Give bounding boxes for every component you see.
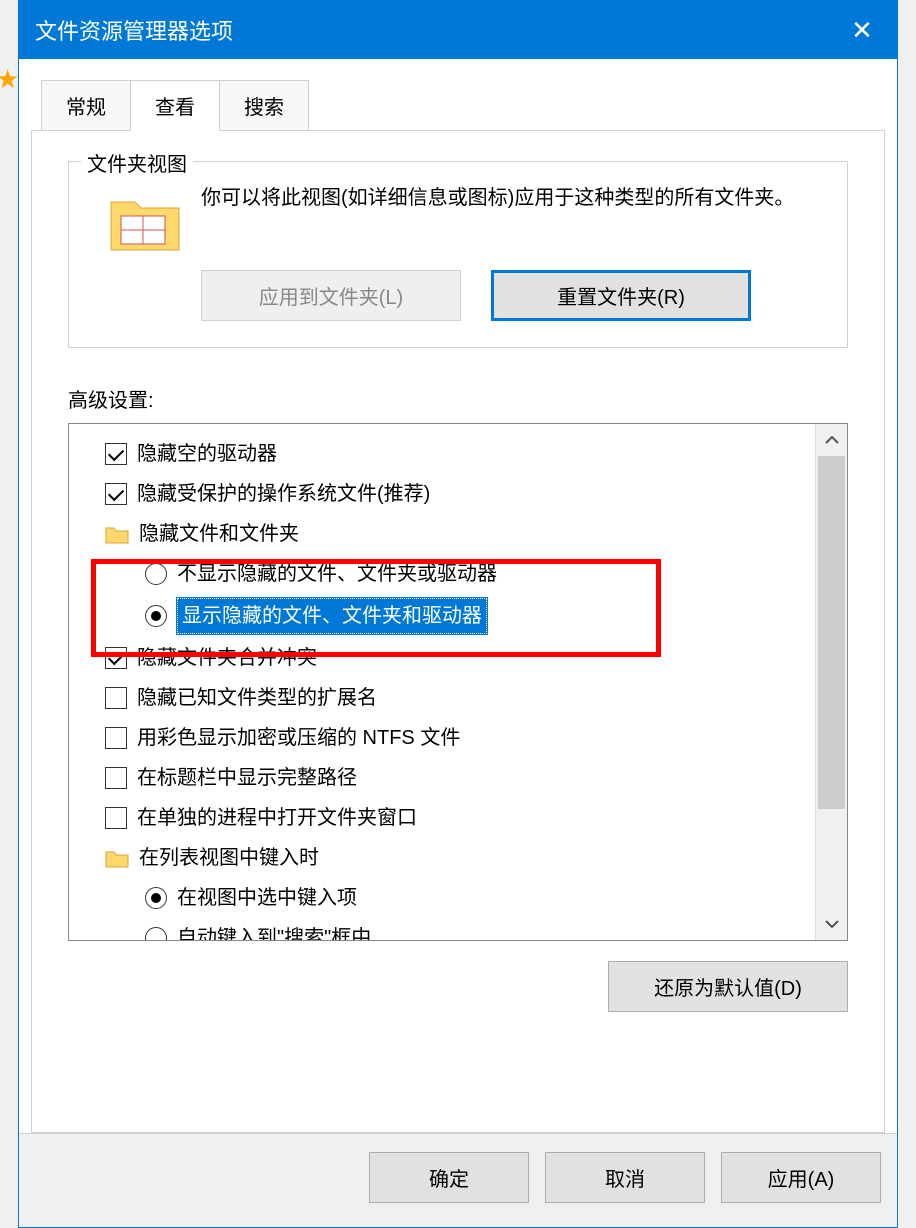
checkbox-icon[interactable] [105,687,127,709]
tree-item-separate-process[interactable]: 在单独的进程中打开文件夹窗口 [69,798,815,838]
tree-item-hide-empty-drives[interactable]: 隐藏空的驱动器 [69,434,815,474]
checkbox-icon[interactable] [105,483,127,505]
tab-general[interactable]: 常规 [41,80,131,131]
radio-icon[interactable] [145,887,167,909]
checkbox-icon[interactable] [105,767,127,789]
restore-defaults-button[interactable]: 还原为默认值(D) [608,961,848,1012]
titlebar[interactable]: 文件资源管理器选项 ✕ [19,1,897,59]
radio-icon[interactable] [145,927,167,940]
advanced-settings-label: 高级设置: [68,384,848,413]
checkbox-icon[interactable] [105,807,127,829]
scroll-up-button[interactable] [816,424,848,456]
tab-search[interactable]: 搜索 [219,80,309,131]
tab-bar: 常规 查看 搜索 [41,79,885,130]
tree-item-auto-type-search[interactable]: 自动键入到"搜索"框中 [69,918,815,940]
ok-button[interactable]: 确定 [369,1152,529,1203]
tree-item-dont-show-hidden[interactable]: 不显示隐藏的文件、文件夹或驱动器 [69,554,815,594]
reset-folders-button[interactable]: 重置文件夹(R) [491,270,751,321]
apply-to-folders-button: 应用到文件夹(L) [201,270,461,321]
tree-item-hidden-files-folder[interactable]: 隐藏文件和文件夹 [69,514,815,554]
radio-icon[interactable] [145,563,167,585]
tree-scroll-viewport[interactable]: 隐藏空的驱动器 隐藏受保护的操作系统文件(推荐) 隐藏文件和文件夹 不显示隐藏的… [69,424,815,940]
folder-icon [109,192,181,252]
tree-item-color-ntfs[interactable]: 用彩色显示加密或压缩的 NTFS 文件 [69,718,815,758]
tree-item-select-typed[interactable]: 在视图中选中键入项 [69,878,815,918]
tab-view[interactable]: 查看 [130,80,220,131]
close-button[interactable]: ✕ [827,1,897,59]
tree-item-show-hidden[interactable]: 显示隐藏的文件、文件夹和驱动器 [69,594,815,638]
dialog-body: 常规 查看 搜索 文件夹视图 你可以将此视图(如详细信息或图标)应用 [19,59,897,1133]
radio-icon[interactable] [145,605,167,627]
scrollbar-thumb[interactable] [818,456,845,809]
tree-item-hide-known-ext[interactable]: 隐藏已知文件类型的扩展名 [69,678,815,718]
scrollbar-track[interactable] [816,456,847,908]
tree-item-hide-protected[interactable]: 隐藏受保护的操作系统文件(推荐) [69,474,815,514]
folder-view-legend: 文件夹视图 [81,148,193,177]
vertical-scrollbar[interactable] [815,424,847,940]
tree-item-hide-merge-conflicts[interactable]: 隐藏文件夹合并冲突 [69,638,815,678]
window-title: 文件资源管理器选项 [35,14,233,46]
folder-view-desc: 你可以将此视图(如详细信息或图标)应用于这种类型的所有文件夹。 [201,182,827,252]
dialog-window: 文件资源管理器选项 ✕ 常规 查看 搜索 文件夹视图 [18,0,898,1228]
chevron-down-icon [825,919,839,929]
tree-item-full-path-title[interactable]: 在标题栏中显示完整路径 [69,758,815,798]
folder-view-group: 文件夹视图 你可以将此视图(如详细信息或图标)应用于这种类型的所有文件夹。 应用… [68,161,848,348]
folder-icon [105,848,129,868]
cancel-button[interactable]: 取消 [545,1152,705,1203]
checkbox-icon[interactable] [105,727,127,749]
checkbox-icon[interactable] [105,443,127,465]
tree-item-type-in-list-view[interactable]: 在列表视图中键入时 [69,838,815,878]
tab-content-view: 文件夹视图 你可以将此视图(如详细信息或图标)应用于这种类型的所有文件夹。 应用… [31,130,885,1133]
close-icon: ✕ [851,15,873,46]
folder-icon [105,524,129,544]
apply-button[interactable]: 应用(A) [721,1152,881,1203]
scroll-down-button[interactable] [816,908,848,940]
star-decoration: ★ [0,64,19,95]
advanced-settings-tree: 隐藏空的驱动器 隐藏受保护的操作系统文件(推荐) 隐藏文件和文件夹 不显示隐藏的… [68,423,848,941]
chevron-up-icon [825,435,839,445]
selected-item-text: 显示隐藏的文件、文件夹和驱动器 [177,598,487,634]
dialog-footer: 确定 取消 应用(A) [19,1133,897,1227]
checkbox-icon[interactable] [105,647,127,669]
